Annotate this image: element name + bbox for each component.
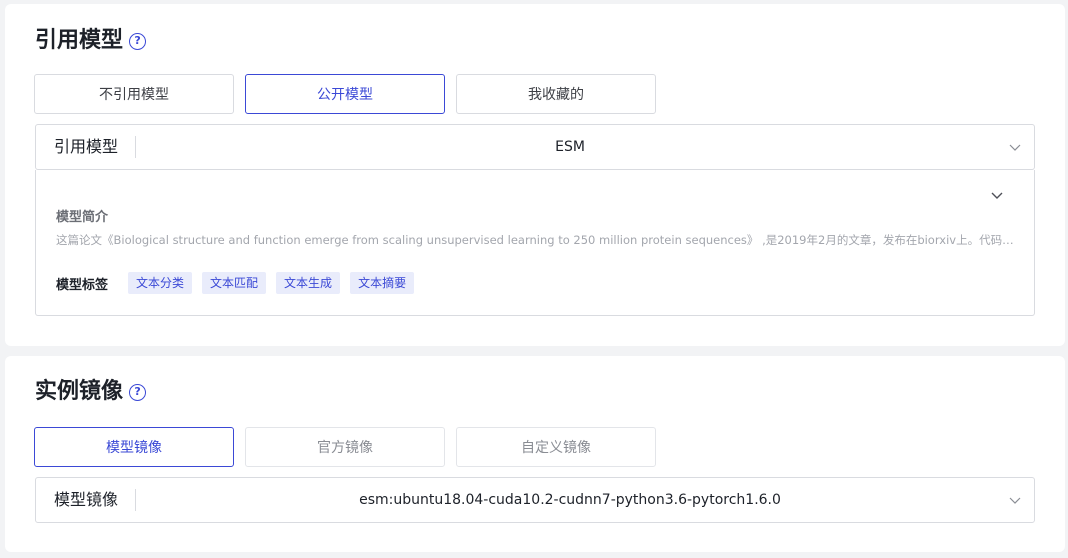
tab-official-image[interactable]: 官方镜像 — [245, 427, 445, 467]
collapse-chevron-icon[interactable] — [990, 188, 1004, 202]
model-tags-row: 模型标签 文本分类 文本匹配 文本生成 文本摘要 — [56, 272, 424, 294]
model-source-tabs: 不引用模型 公开模型 我收藏的 — [34, 74, 656, 114]
image-select[interactable]: 模型镜像 esm:ubuntu18.04-cuda10.2-cudnn7-pyt… — [35, 477, 1035, 523]
tag-text-classification: 文本分类 — [128, 272, 193, 294]
tab-custom-image[interactable]: 自定义镜像 — [456, 427, 656, 467]
help-icon[interactable]: ? — [129, 383, 147, 401]
help-icon[interactable]: ? — [129, 32, 147, 50]
image-select-value[interactable]: esm:ubuntu18.04-cuda10.2-cudnn7-python3.… — [136, 492, 1034, 508]
model-select-label: 引用模型 — [36, 136, 136, 158]
tab-no-model[interactable]: 不引用模型 — [34, 74, 234, 114]
instance-image-card: 实例镜像 ? 模型镜像 官方镜像 自定义镜像 模型镜像 esm:ubuntu18… — [5, 356, 1065, 552]
image-section-title: 实例镜像 — [35, 379, 124, 404]
tab-favorites[interactable]: 我收藏的 — [456, 74, 656, 114]
model-select-value[interactable]: ESM — [136, 139, 1034, 155]
tag-text-generation: 文本生成 — [276, 272, 341, 294]
model-tags-label: 模型标签 — [56, 277, 109, 293]
model-section-header: 引用模型 ? — [35, 27, 147, 55]
tag-text-summarization: 文本摘要 — [350, 272, 415, 294]
model-section-title: 引用模型 — [35, 28, 124, 53]
image-select-label: 模型镜像 — [36, 489, 136, 511]
tab-model-image[interactable]: 模型镜像 — [34, 427, 234, 467]
image-section-header: 实例镜像 ? — [35, 378, 147, 406]
model-select[interactable]: 引用模型 ESM — [35, 124, 1035, 170]
model-intro-text: 这篇论文《Biological structure and function e… — [56, 233, 1016, 247]
model-reference-card: 引用模型 ? 不引用模型 公开模型 我收藏的 引用模型 ESM 模型简介 这篇论… — [5, 4, 1065, 346]
image-source-tabs: 模型镜像 官方镜像 自定义镜像 — [34, 427, 656, 467]
tag-text-matching: 文本匹配 — [202, 272, 267, 294]
chevron-down-icon[interactable] — [1008, 493, 1022, 507]
chevron-down-icon[interactable] — [1008, 140, 1022, 154]
tab-public-model[interactable]: 公开模型 — [245, 74, 445, 114]
model-intro-title: 模型简介 — [56, 210, 109, 225]
model-info-panel: 模型简介 这篇论文《Biological structure and funct… — [35, 170, 1035, 316]
